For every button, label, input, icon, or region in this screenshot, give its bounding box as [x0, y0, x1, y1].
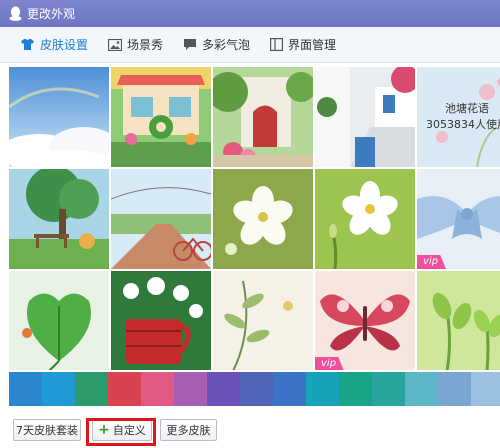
tab-label: 多彩气泡 [202, 38, 251, 52]
color-swatch[interactable] [372, 372, 405, 406]
color-swatch[interactable] [207, 372, 240, 406]
color-swatch[interactable] [240, 372, 273, 406]
more-skins-button[interactable]: 更多皮肤 [160, 419, 217, 441]
color-swatch[interactable] [141, 372, 174, 406]
seven-day-skin-suit-button[interactable]: 7天皮肤套装 [13, 419, 81, 441]
color-swatch[interactable] [9, 372, 42, 406]
skin-tile-green-leaf[interactable] [9, 271, 109, 370]
tab-label: 场景秀 [127, 38, 164, 52]
skin-tile-sky[interactable] [9, 67, 109, 167]
shirt-icon [21, 39, 34, 50]
skin-tile-pond-flowers[interactable]: 池塘花语 3053834人使用 [417, 67, 500, 167]
tab-skin-settings[interactable]: 皮肤设置 [20, 36, 88, 53]
button-label: 7天皮肤套装 [16, 424, 78, 437]
color-swatch[interactable] [42, 372, 75, 406]
skin-tile-bicycle-park[interactable] [111, 169, 211, 269]
window-title: 更改外观 [27, 7, 76, 21]
skin-tile-flowers-mug[interactable] [111, 271, 211, 370]
picture-icon [108, 38, 123, 51]
button-label: 自定义 [112, 424, 146, 437]
tab-scene-show[interactable]: 场景秀 [108, 36, 163, 53]
skin-tile-tree-bench[interactable] [9, 169, 109, 269]
tab-bar: 皮肤设置 场景秀 多彩气泡 界面管理 [0, 27, 500, 63]
chat-bubble-icon [184, 39, 197, 50]
plus-icon: + [98, 422, 110, 438]
bottom-toolbar: 7天皮肤套装 + 自定义 更多皮肤 [0, 406, 500, 448]
skin-tile-blue-ribbon[interactable]: vip [417, 169, 500, 269]
qq-penguin-icon [8, 6, 22, 22]
skin-tile-plant-sketch[interactable] [213, 271, 313, 370]
skin-tile-sprouts[interactable] [417, 271, 500, 370]
skin-tile-butterfly[interactable]: vip [315, 271, 415, 370]
color-swatch[interactable] [306, 372, 339, 406]
color-swatch[interactable] [273, 372, 306, 406]
tab-label: 皮肤设置 [40, 38, 89, 52]
tab-colorful-bubbles[interactable]: 多彩气泡 [183, 36, 250, 53]
skin-tile-flower-shop[interactable] [111, 67, 211, 167]
layout-icon [270, 38, 284, 51]
color-swatch[interactable] [108, 372, 141, 406]
skin-tile-garden-arch[interactable] [213, 67, 313, 167]
color-swatch-bar [9, 372, 500, 406]
color-swatch[interactable] [339, 372, 372, 406]
tab-label: 界面管理 [288, 38, 337, 52]
skin-tile-mediterranean[interactable] [315, 67, 415, 167]
color-swatch[interactable] [405, 372, 438, 406]
color-swatch[interactable] [471, 372, 500, 406]
skin-hover-overlay: 池塘花语 3053834人使用 [417, 67, 500, 167]
tab-interface-management[interactable]: 界面管理 [270, 36, 336, 53]
button-label: 更多皮肤 [166, 424, 211, 437]
skin-tile-white-blossom[interactable] [213, 169, 313, 269]
color-swatch[interactable] [75, 372, 108, 406]
skin-gallery: 池塘花语 3053834人使用 vip vip [9, 67, 500, 370]
skin-user-count: 3053834人使用 [426, 118, 500, 131]
skin-tile-white-flower[interactable] [315, 169, 415, 269]
color-swatch[interactable] [174, 372, 207, 406]
title-bar: 更改外观 [0, 0, 500, 27]
skin-name: 池塘花语 [445, 102, 489, 115]
custom-skin-button[interactable]: + 自定义 [92, 419, 152, 441]
color-swatch[interactable] [438, 372, 471, 406]
